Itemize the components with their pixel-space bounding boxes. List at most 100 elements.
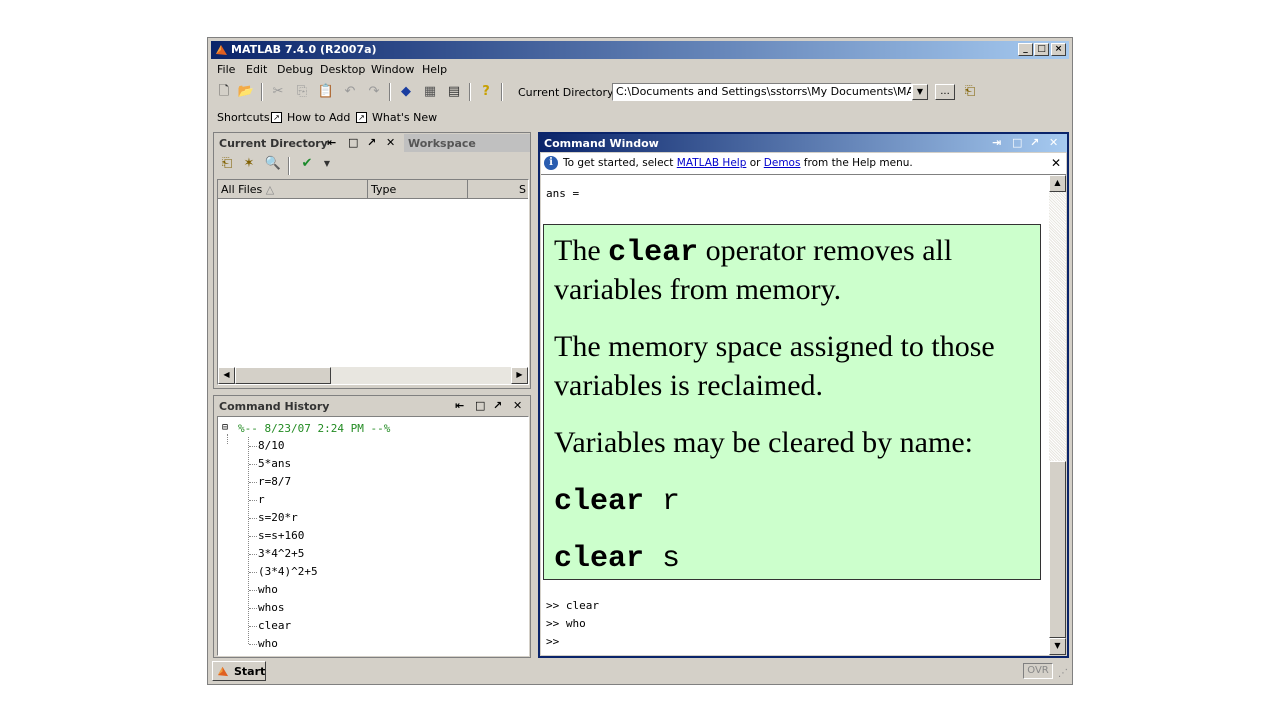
new-folder-icon[interactable]: ✶ <box>240 155 258 173</box>
history-entry[interactable]: (3*4)^2+5 <box>258 565 318 578</box>
maximize-panel-icon[interactable]: □ <box>1012 136 1022 149</box>
history-entry[interactable]: 3*4^2+5 <box>258 547 304 560</box>
history-connector <box>249 608 257 609</box>
shortcuts-label: Shortcuts <box>217 111 270 124</box>
history-connector <box>249 482 257 483</box>
arrow-icon[interactable]: ↗ <box>493 399 502 412</box>
history-list[interactable]: ⊟ %-- 8/23/07 2:24 PM --% 8/10 5*ans r=8/7… <box>217 416 529 656</box>
menu-help[interactable]: Help <box>422 63 447 76</box>
menu-debug[interactable]: Debug <box>277 63 313 76</box>
arrow-icon[interactable]: ↗ <box>367 136 376 149</box>
session-header: %-- 8/23/07 2:24 PM --% <box>238 422 391 435</box>
undock-icon[interactable]: ⇤ <box>327 136 336 149</box>
start-button[interactable]: Start <box>212 661 266 681</box>
cut-icon[interactable]: ✂ <box>269 83 287 101</box>
tab-workspace[interactable]: Workspace <box>408 137 476 150</box>
history-entry[interactable]: clear <box>258 619 291 632</box>
scroll-thumb[interactable] <box>1049 461 1066 638</box>
matlab-help-link[interactable]: MATLAB Help <box>677 157 747 169</box>
history-entry[interactable]: who <box>258 583 278 596</box>
shortcut-icon: ↗ <box>271 112 282 123</box>
maximize-panel-icon[interactable]: □ <box>348 136 358 149</box>
history-entry[interactable]: s=20*r <box>258 511 298 524</box>
demos-link[interactable]: Demos <box>764 157 801 169</box>
history-connector <box>249 500 257 501</box>
history-connector <box>249 626 257 627</box>
history-entry[interactable]: 8/10 <box>258 439 285 452</box>
close-window-button[interactable]: × <box>1051 43 1066 56</box>
shortcuts-bar: Shortcuts ↗ How to Add ↗ What's New <box>211 107 1069 127</box>
simulink-icon[interactable]: ◆ <box>397 83 415 101</box>
folder-up-icon[interactable]: ⎗ <box>961 83 979 101</box>
history-entry[interactable]: who <box>258 637 278 650</box>
command-window-header: Command Window ⇥ □ ↗ ✕ <box>540 134 1067 152</box>
history-connector <box>249 536 257 537</box>
help-icon[interactable]: ? <box>477 83 495 101</box>
callout-line: The memory space assigned to those <box>554 330 995 363</box>
open-folder-icon[interactable]: 📂 <box>237 83 255 101</box>
collapse-icon[interactable]: ⊟ <box>222 422 228 433</box>
command-history-title: Command History <box>219 400 330 413</box>
profiler-icon[interactable]: ▤ <box>445 83 463 101</box>
tab-current-directory[interactable]: Current Directory <box>219 137 328 150</box>
history-connector <box>249 518 257 519</box>
close-icon[interactable]: ✕ <box>1049 136 1058 149</box>
arrow-icon[interactable]: ↗ <box>1030 136 1039 149</box>
column-size[interactable]: S <box>468 180 528 199</box>
history-entry[interactable]: r=8/7 <box>258 475 291 488</box>
guide-icon[interactable]: ▦ <box>421 83 439 101</box>
scroll-left-icon[interactable]: ◀ <box>218 367 235 384</box>
dock-icon[interactable]: ⇥ <box>992 136 1001 149</box>
chevron-down-icon[interactable]: ▼ <box>318 155 336 173</box>
redo-icon[interactable]: ↷ <box>365 83 383 101</box>
vertical-scrollbar[interactable]: ▲ ▼ <box>1049 175 1066 655</box>
title-bar[interactable]: MATLAB 7.4.0 (R2007a) _ □ × <box>211 41 1069 59</box>
column-type[interactable]: Type <box>368 180 468 199</box>
ovr-indicator: OVR <box>1023 663 1053 679</box>
undock-icon[interactable]: ⇤ <box>455 399 464 412</box>
minimize-button[interactable]: _ <box>1018 43 1033 56</box>
file-list[interactable]: All Files △ Type S ◀ ▶ <box>217 179 529 385</box>
resize-grip-icon[interactable]: ⋰ <box>1058 668 1070 680</box>
close-icon[interactable]: ✕ <box>386 136 395 149</box>
menu-file[interactable]: File <box>217 63 235 76</box>
folder-up-icon[interactable]: ⎗ <box>218 155 236 173</box>
column-all-files[interactable]: All Files △ <box>218 180 368 199</box>
shortcut-how-to-add[interactable]: How to Add <box>287 111 350 124</box>
history-entry[interactable]: whos <box>258 601 285 614</box>
maximize-panel-icon[interactable]: □ <box>475 399 485 412</box>
callout-line: variables is reclaimed. <box>554 369 824 402</box>
history-entry[interactable]: s=s+160 <box>258 529 304 542</box>
callout-code-line: clear s <box>554 542 681 576</box>
browse-button[interactable]: ... <box>935 84 955 100</box>
scroll-down-icon[interactable]: ▼ <box>1049 638 1066 655</box>
shortcut-icon: ↗ <box>356 112 367 123</box>
history-connector <box>249 554 257 555</box>
menu-edit[interactable]: Edit <box>246 63 267 76</box>
command-prompt[interactable]: >> <box>546 635 559 648</box>
reports-icon[interactable]: ✔ <box>298 155 316 173</box>
close-icon[interactable]: ✕ <box>513 399 522 412</box>
current-directory-field[interactable]: C:\Documents and Settings\sstorrs\My Doc… <box>612 83 912 101</box>
horizontal-scrollbar[interactable]: ◀ ▶ <box>218 367 528 384</box>
copy-icon[interactable]: ⎘ <box>293 83 311 101</box>
find-files-icon[interactable]: 🔍 <box>264 155 282 173</box>
close-info-icon[interactable]: ✕ <box>1051 156 1061 170</box>
maximize-button[interactable]: □ <box>1034 43 1049 56</box>
new-file-icon[interactable]: 🗋 <box>215 83 233 101</box>
history-connector <box>249 572 257 573</box>
scroll-up-icon[interactable]: ▲ <box>1049 175 1066 192</box>
callout-line: Variables may be cleared by name: <box>554 426 973 459</box>
undo-icon[interactable]: ↶ <box>341 83 359 101</box>
toolbar-separator <box>389 83 391 101</box>
scroll-thumb[interactable] <box>235 367 331 384</box>
paste-icon[interactable]: 📋 <box>317 83 335 101</box>
menu-window[interactable]: Window <box>371 63 414 76</box>
history-entry[interactable]: 5*ans <box>258 457 291 470</box>
info-text: To get started, select MATLAB Help or De… <box>563 157 913 169</box>
history-entry[interactable]: r <box>258 493 265 506</box>
scroll-right-icon[interactable]: ▶ <box>511 367 528 384</box>
menu-desktop[interactable]: Desktop <box>320 63 365 76</box>
chevron-down-icon[interactable]: ▼ <box>912 84 928 100</box>
shortcut-whats-new[interactable]: What's New <box>372 111 437 124</box>
